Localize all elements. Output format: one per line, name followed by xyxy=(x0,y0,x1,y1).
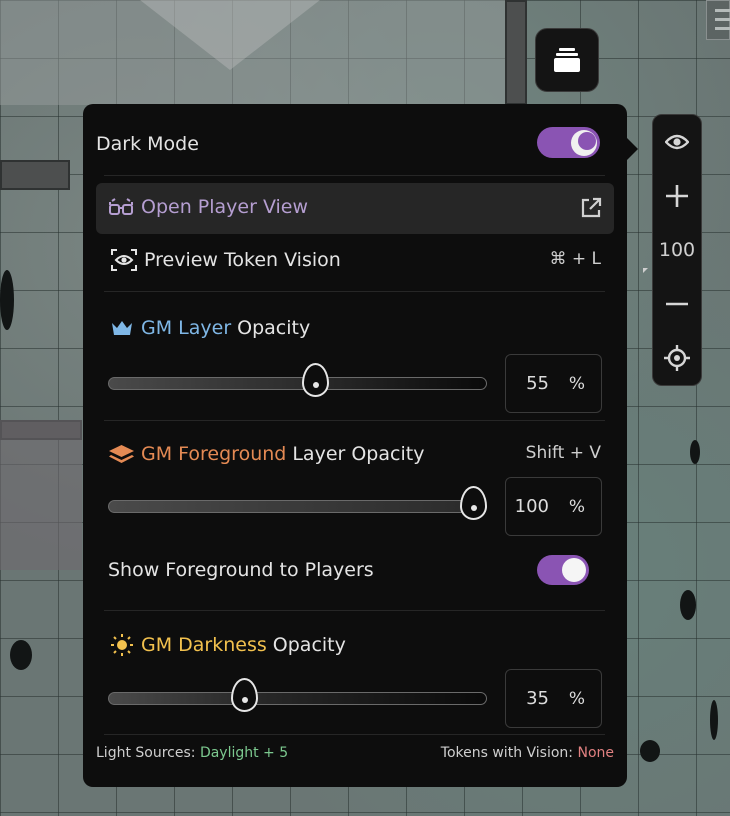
map-splat xyxy=(0,270,14,330)
gm-foreground-suffix: Layer Opacity xyxy=(292,443,425,465)
map-wall xyxy=(0,160,70,190)
dark-mode-label: Dark Mode xyxy=(96,133,199,155)
dark-mode-toggle[interactable] xyxy=(537,127,600,158)
glasses-icon xyxy=(109,198,133,215)
plus-icon xyxy=(666,185,688,207)
external-link-icon xyxy=(581,197,602,218)
gm-foreground-opacity-input[interactable]: 100 % xyxy=(505,477,602,536)
layer-settings-panel: Dark Mode Open Player View Preview Token… xyxy=(83,104,627,787)
gm-layer-suffix: Opacity xyxy=(237,317,311,339)
tokens-vision-value: None xyxy=(577,745,614,761)
divider xyxy=(104,734,605,735)
menu-icon xyxy=(715,9,730,12)
gm-layer-opacity-input[interactable]: 55 % xyxy=(505,354,602,413)
map-star-decoration xyxy=(140,0,320,70)
gm-foreground-heading: GM Foreground Layer Opacity xyxy=(108,441,424,467)
gm-darkness-opacity-slider[interactable] xyxy=(108,692,487,705)
crosshair-icon xyxy=(664,345,690,371)
visibility-button[interactable] xyxy=(652,115,702,169)
gm-darkness-opacity-input[interactable]: 35 % xyxy=(505,669,602,728)
moon-icon xyxy=(571,129,597,156)
slider-thumb[interactable] xyxy=(301,363,329,397)
slider-thumb[interactable] xyxy=(231,678,259,712)
crown-icon xyxy=(112,321,132,335)
zoom-level-display[interactable]: 100 xyxy=(642,223,702,277)
resize-corner-icon xyxy=(642,268,648,273)
light-sources-value: Daylight + 5 xyxy=(199,745,289,761)
panel-pointer xyxy=(627,138,638,160)
map-wall xyxy=(505,0,527,105)
light-sources-label: Light Sources: xyxy=(96,745,196,761)
gm-foreground-shortcut: Shift + V xyxy=(525,443,601,463)
open-player-view-label: Open Player View xyxy=(141,196,309,218)
gm-foreground-opacity-value: 100 xyxy=(514,496,549,517)
show-foreground-row: Show Foreground to Players xyxy=(108,557,374,583)
menu-icon xyxy=(715,27,730,30)
map-splat xyxy=(10,640,32,670)
divider xyxy=(104,610,605,611)
minus-icon xyxy=(666,302,688,306)
map-splat xyxy=(640,740,660,762)
gm-foreground-name: GM Foreground xyxy=(141,443,287,465)
gm-layer-opacity-slider[interactable] xyxy=(108,377,487,390)
zoom-value: 100 xyxy=(642,239,695,273)
zoom-toolbar: 100 xyxy=(642,114,702,386)
gm-darkness-name: GM Darkness xyxy=(141,634,267,656)
show-foreground-toggle[interactable] xyxy=(537,555,589,585)
preview-token-vision-shortcut: ⌘ + L xyxy=(549,249,601,269)
gm-darkness-heading: GM Darkness Opacity xyxy=(111,632,346,658)
gm-darkness-suffix: Opacity xyxy=(272,634,346,656)
gm-foreground-opacity-slider[interactable] xyxy=(108,500,487,513)
zoom-out-button[interactable] xyxy=(652,277,702,331)
token-vision-icon xyxy=(111,249,137,271)
preview-token-vision-row[interactable]: Preview Token Vision xyxy=(111,247,341,273)
map-splat xyxy=(710,700,718,740)
percent-unit: % xyxy=(568,496,585,517)
gm-layer-heading: GM Layer Opacity xyxy=(111,315,310,341)
layers-icon xyxy=(554,48,580,72)
menu-icon xyxy=(715,18,730,21)
divider xyxy=(104,291,605,292)
recenter-button[interactable] xyxy=(652,331,702,385)
map-splat xyxy=(680,590,696,620)
tokens-vision-status: Tokens with Vision: None xyxy=(441,745,614,761)
menu-button[interactable] xyxy=(706,0,730,40)
dark-mode-row: Dark Mode xyxy=(96,131,199,157)
slider-thumb[interactable] xyxy=(459,486,487,520)
gm-layer-opacity-value: 55 xyxy=(526,373,549,394)
layers-stack-icon xyxy=(109,445,134,463)
divider xyxy=(104,420,605,421)
gm-darkness-opacity-value: 35 xyxy=(526,688,549,709)
sun-icon xyxy=(111,634,133,656)
preview-token-vision-label: Preview Token Vision xyxy=(144,249,341,271)
map-tile xyxy=(0,420,82,570)
eye-icon xyxy=(665,134,689,150)
show-foreground-label: Show Foreground to Players xyxy=(108,559,374,581)
percent-unit: % xyxy=(568,688,585,709)
map-splat xyxy=(690,440,700,464)
divider xyxy=(104,175,605,176)
light-sources-status: Light Sources: Daylight + 5 xyxy=(96,745,288,761)
zoom-in-button[interactable] xyxy=(652,169,702,223)
gm-layer-name: GM Layer xyxy=(141,317,232,339)
tokens-vision-label: Tokens with Vision: xyxy=(440,745,574,761)
percent-unit: % xyxy=(568,373,585,394)
layers-button[interactable] xyxy=(535,28,599,92)
toggle-knob xyxy=(562,558,586,582)
open-player-view-button[interactable]: Open Player View xyxy=(96,183,614,234)
